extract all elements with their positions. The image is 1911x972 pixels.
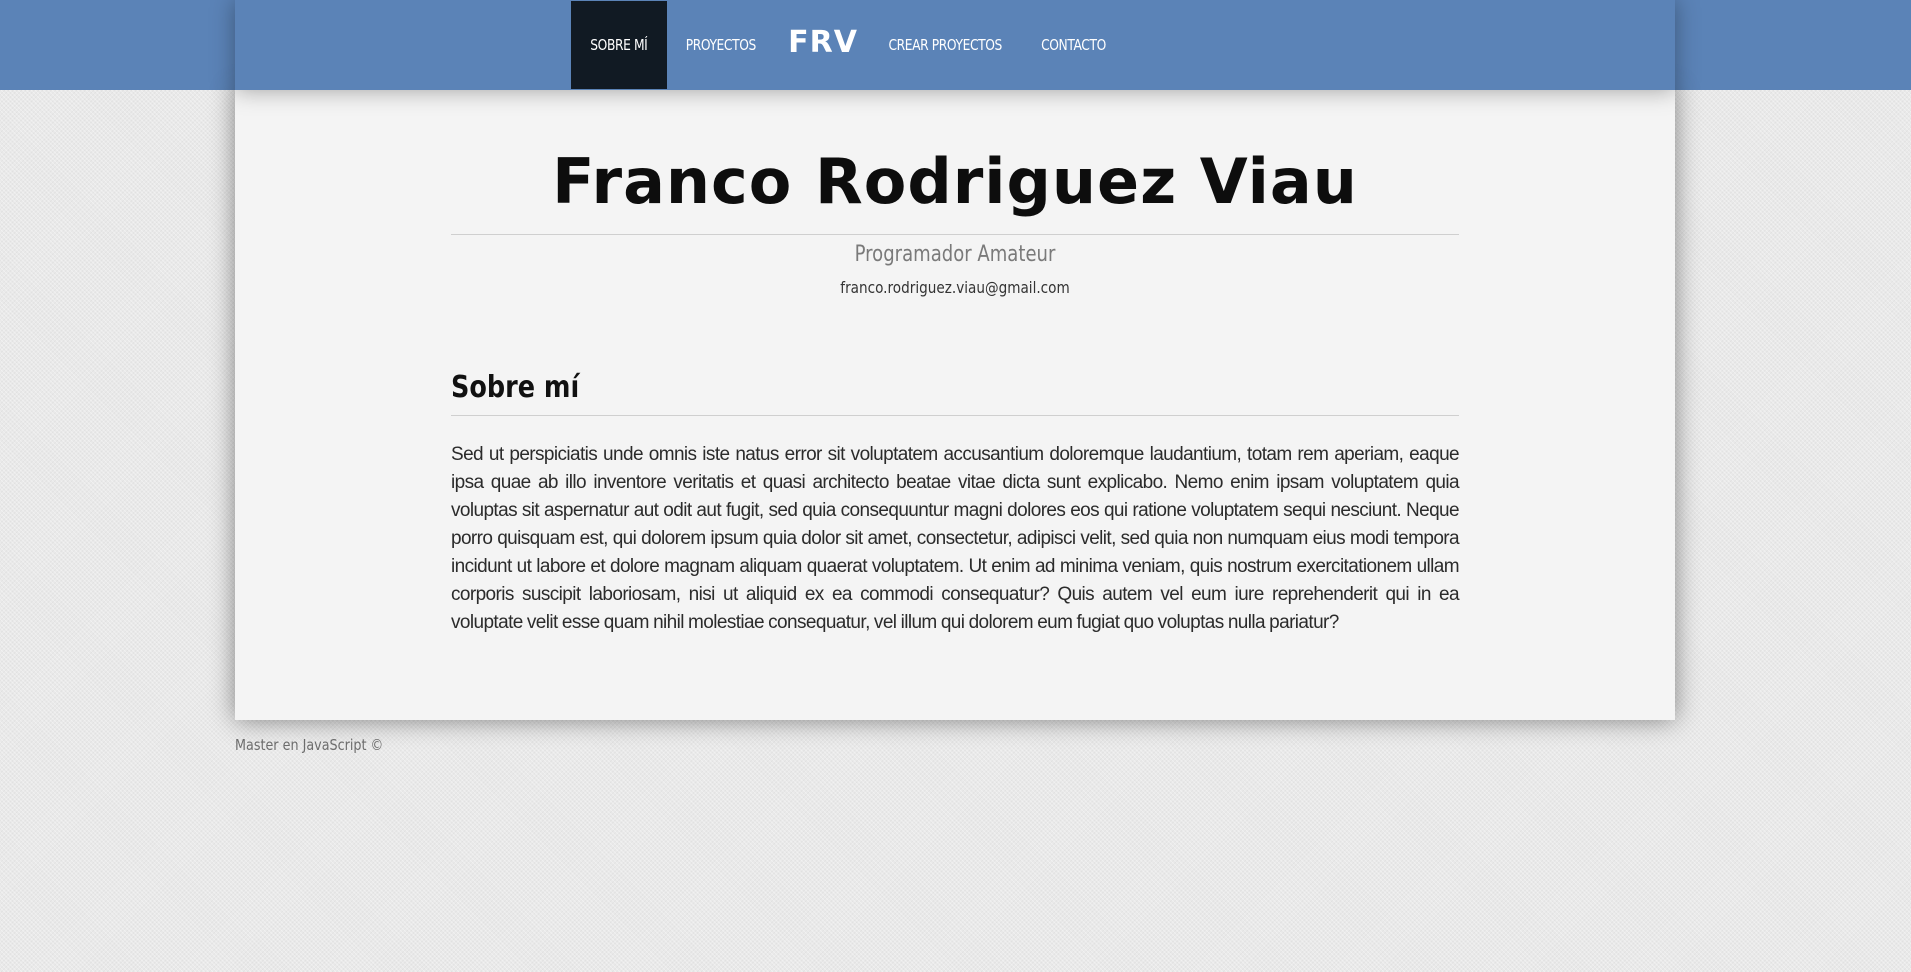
divider-top xyxy=(451,234,1459,235)
nav-label-sobre-mi[interactable]: SOBRE MÍ xyxy=(590,1,648,89)
section-title-about: Sobre mí xyxy=(451,370,580,405)
nav-label-proyectos[interactable]: PROYECTOS xyxy=(686,1,757,89)
top-navbar: SOBRE MÍ PROYECTOS FRV CREAR PROYECTOS C… xyxy=(235,0,1675,90)
profile-subtitle: Programador Amateur xyxy=(854,242,1056,267)
main-nav: SOBRE MÍ PROYECTOS FRV CREAR PROYECTOS C… xyxy=(571,1,1127,89)
about-paragraph: Sed ut perspiciatis unde omnis iste natu… xyxy=(451,444,1460,633)
nav-item-contacto[interactable]: CONTACTO xyxy=(1019,1,1127,89)
nav-item-proyectos[interactable]: PROYECTOS xyxy=(667,1,775,89)
profile-email: franco.rodriguez.viau@gmail.com xyxy=(840,278,1070,297)
nav-label-contacto[interactable]: CONTACTO xyxy=(1041,1,1106,89)
nav-item-sobre-mi[interactable]: SOBRE MÍ xyxy=(571,1,667,89)
footer-text: Master en JavaScript © xyxy=(235,736,384,754)
nav-item-crear-proyectos[interactable]: CREAR PROYECTOS xyxy=(871,1,1019,89)
nav-label-crear-proyectos[interactable]: CREAR PROYECTOS xyxy=(888,1,1002,89)
logo-text[interactable]: FRV xyxy=(788,1,858,89)
divider-section xyxy=(451,415,1459,416)
profile-name: Franco Rodriguez Viau xyxy=(552,145,1358,218)
main-card: Franco Rodriguez Viau Programador Amateu… xyxy=(235,90,1675,720)
nav-logo-frv[interactable]: FRV xyxy=(775,1,871,89)
